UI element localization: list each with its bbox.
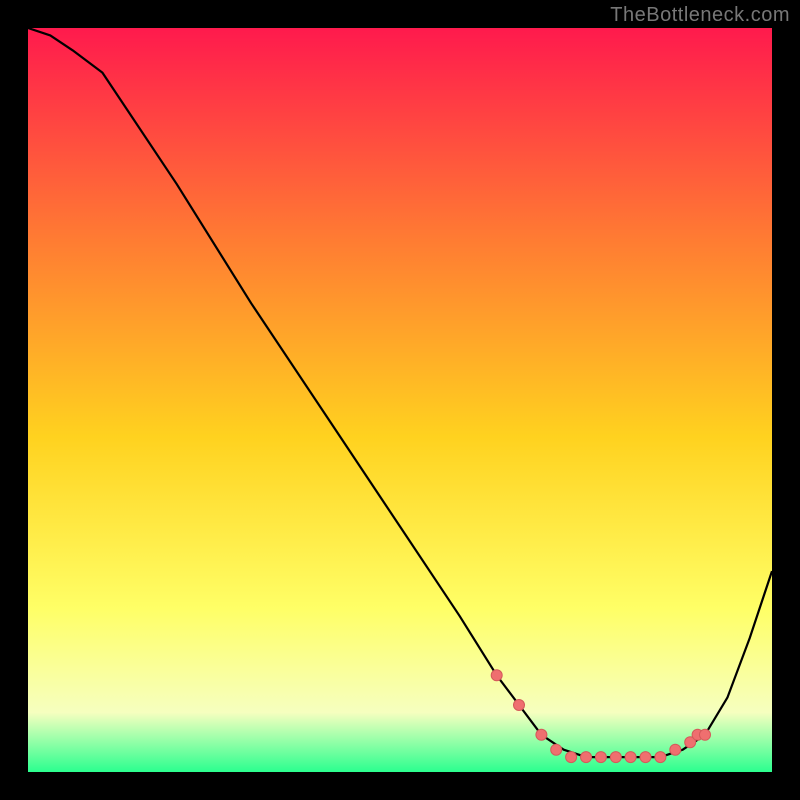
chart-frame: TheBottleneck.com [0,0,800,800]
optimal-marker [536,729,547,740]
optimal-marker [640,752,651,763]
gradient-background [28,28,772,772]
optimal-marker [625,752,636,763]
optimal-marker [610,752,621,763]
optimal-marker [595,752,606,763]
optimal-marker [514,700,525,711]
watermark-text: TheBottleneck.com [610,4,790,27]
optimal-marker [491,670,502,681]
bottleneck-chart [28,28,772,772]
optimal-marker [551,744,562,755]
optimal-marker [655,752,666,763]
optimal-marker [566,752,577,763]
optimal-marker [581,752,592,763]
optimal-marker [700,729,711,740]
optimal-marker [670,744,681,755]
